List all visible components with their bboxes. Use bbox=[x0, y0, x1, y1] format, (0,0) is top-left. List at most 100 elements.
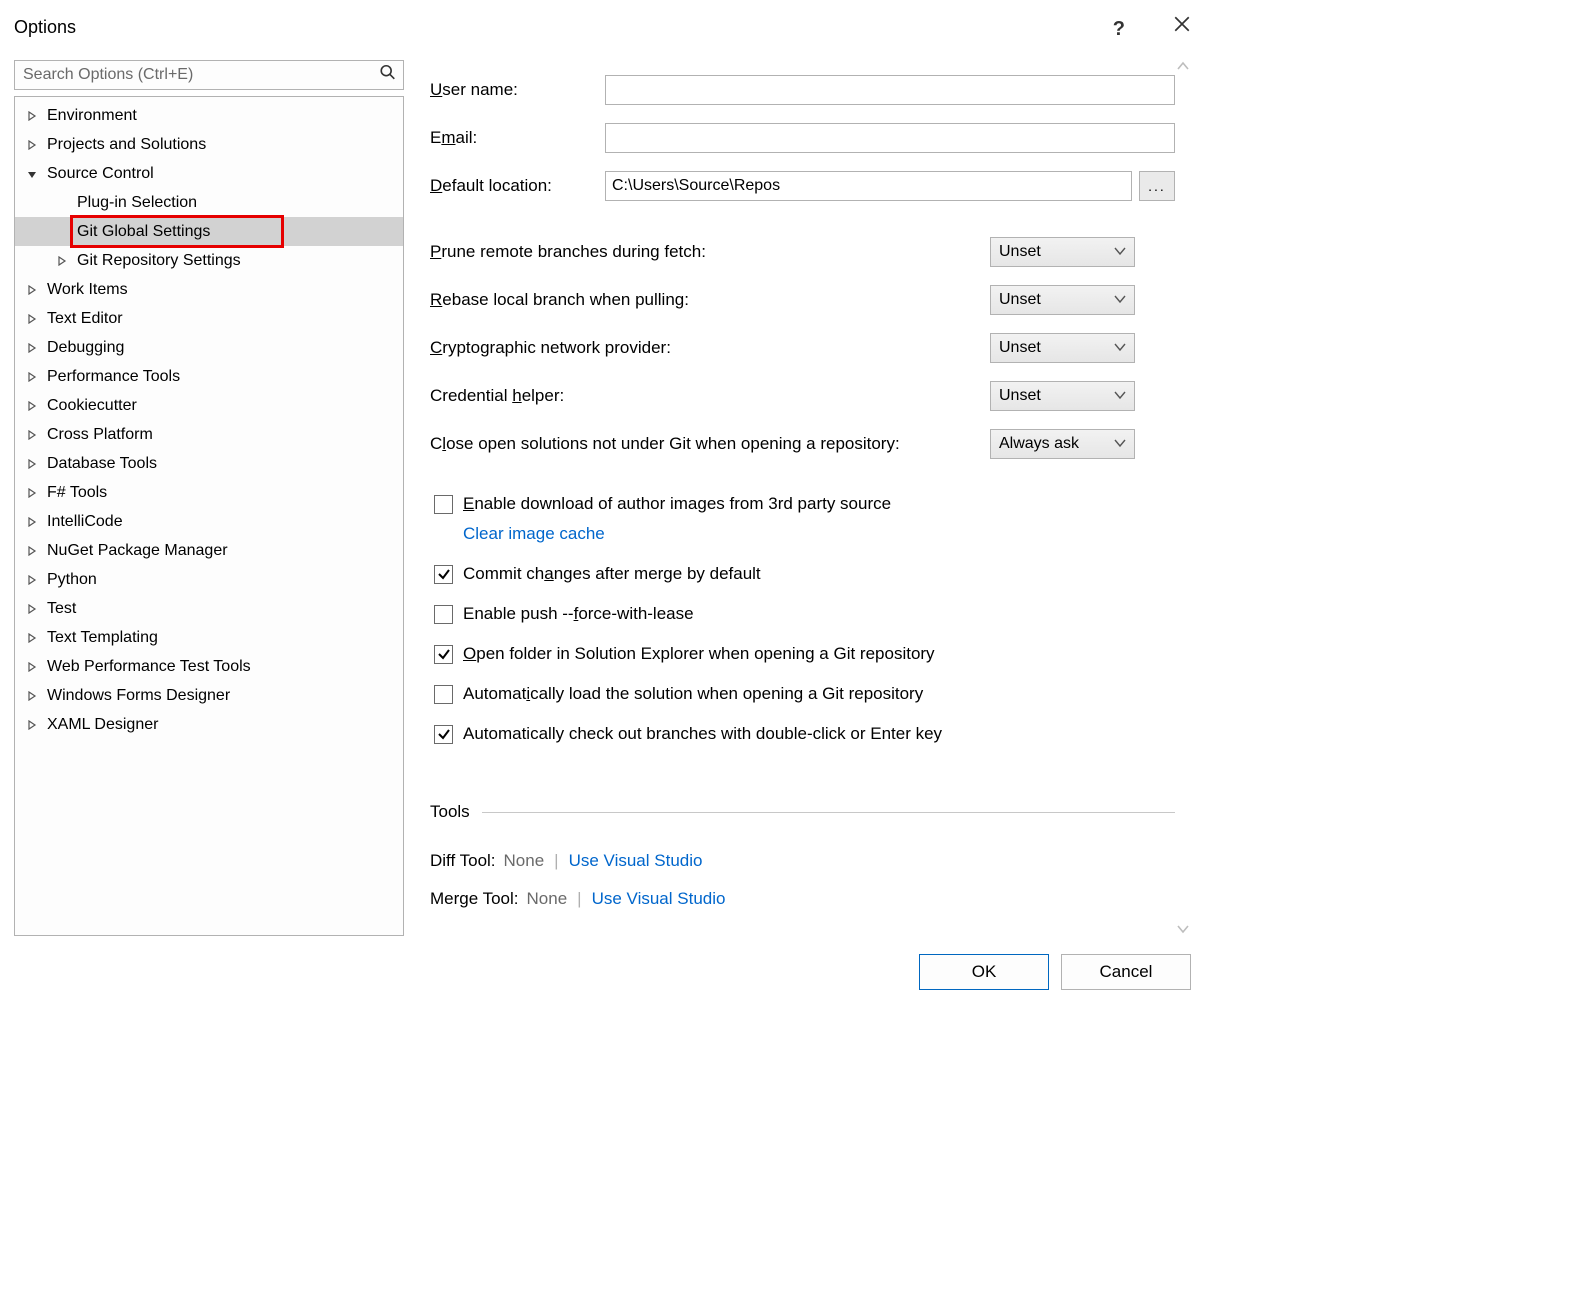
tree-item-web-performance-test-tools[interactable]: Web Performance Test Tools bbox=[15, 652, 403, 681]
checkbox-label: Open folder in Solution Explorer when op… bbox=[463, 644, 935, 664]
divider bbox=[482, 812, 1175, 813]
chevron-right-icon[interactable] bbox=[25, 428, 39, 442]
scroll-up-icon[interactable] bbox=[1175, 60, 1191, 73]
checkbox-3[interactable] bbox=[434, 645, 453, 664]
tree-item-intellicode[interactable]: IntelliCode bbox=[15, 507, 403, 536]
tree-item-git-global-settings[interactable]: Git Global Settings bbox=[15, 217, 403, 246]
chevron-right-icon[interactable] bbox=[25, 631, 39, 645]
checkbox-label: Enable push --force-with-lease bbox=[463, 604, 694, 624]
default-location-input[interactable] bbox=[605, 171, 1132, 201]
checkbox-2[interactable] bbox=[434, 605, 453, 624]
chevron-right-icon[interactable] bbox=[25, 399, 39, 413]
tree-item-windows-forms-designer[interactable]: Windows Forms Designer bbox=[15, 681, 403, 710]
dropdown-select-3[interactable]: Unset bbox=[990, 381, 1135, 411]
right-panel: User name: Email: Default location: ... … bbox=[420, 60, 1191, 936]
tree-item-label: Git Repository Settings bbox=[77, 252, 241, 270]
checkbox-5[interactable] bbox=[434, 725, 453, 744]
dropdown-label: Cryptographic network provider: bbox=[430, 338, 990, 358]
chevron-down-icon[interactable] bbox=[25, 167, 39, 181]
tree-item-xaml-designer[interactable]: XAML Designer bbox=[15, 710, 403, 739]
checkbox-row-3: Open folder in Solution Explorer when op… bbox=[430, 634, 1175, 674]
chevron-right-icon[interactable] bbox=[55, 254, 69, 268]
tree-item-label: Windows Forms Designer bbox=[47, 687, 230, 705]
options-tree[interactable]: Environment Projects and Solutions Source … bbox=[14, 96, 404, 936]
dropdown-row-2: Cryptographic network provider:Unset bbox=[430, 324, 1175, 372]
dropdown-label: Rebase local branch when pulling: bbox=[430, 290, 990, 310]
dropdown-select-1[interactable]: Unset bbox=[990, 285, 1135, 315]
email-label: Email: bbox=[430, 128, 605, 148]
dropdown-select-4[interactable]: Always ask bbox=[990, 429, 1135, 459]
tree-item-text-editor[interactable]: Text Editor bbox=[15, 304, 403, 333]
chevron-right-icon[interactable] bbox=[25, 602, 39, 616]
tree-item-source-control[interactable]: Source Control bbox=[15, 159, 403, 188]
tree-item-test[interactable]: Test bbox=[15, 594, 403, 623]
dropdown-row-0: Prune remote branches during fetch:Unset bbox=[430, 228, 1175, 276]
tree-item-label: F# Tools bbox=[47, 484, 107, 502]
diff-tool-link[interactable]: Use Visual Studio bbox=[569, 851, 703, 871]
chevron-right-icon[interactable] bbox=[25, 515, 39, 529]
tree-item-label: Projects and Solutions bbox=[47, 136, 206, 154]
scrollbar[interactable] bbox=[1175, 60, 1191, 936]
chevron-right-icon[interactable] bbox=[25, 341, 39, 355]
chevron-right-icon[interactable] bbox=[25, 109, 39, 123]
tree-item-work-items[interactable]: Work Items bbox=[15, 275, 403, 304]
tree-item-git-repository-settings[interactable]: Git Repository Settings bbox=[15, 246, 403, 275]
chevron-right-icon[interactable] bbox=[25, 689, 39, 703]
tree-item-label: IntelliCode bbox=[47, 513, 123, 531]
tree-item-label: Database Tools bbox=[47, 455, 157, 473]
cancel-button[interactable]: Cancel bbox=[1061, 954, 1191, 990]
search-box[interactable] bbox=[14, 60, 404, 90]
tree-item-label: Work Items bbox=[47, 281, 128, 299]
tree-item-debugging[interactable]: Debugging bbox=[15, 333, 403, 362]
tree-item-database-tools[interactable]: Database Tools bbox=[15, 449, 403, 478]
tree-item-label: Cookiecutter bbox=[47, 397, 137, 415]
scroll-down-icon[interactable] bbox=[1175, 923, 1191, 936]
help-button[interactable]: ? bbox=[1113, 14, 1125, 41]
clear-image-cache-link[interactable]: Clear image cache bbox=[463, 524, 605, 543]
checkbox-label: Automatically check out branches with do… bbox=[463, 724, 942, 744]
chevron-right-icon[interactable] bbox=[25, 312, 39, 326]
tree-item-python[interactable]: Python bbox=[15, 565, 403, 594]
ok-button[interactable]: OK bbox=[919, 954, 1049, 990]
clear-image-cache-row: Clear image cache bbox=[430, 524, 1175, 554]
dropdown-value: Unset bbox=[999, 243, 1041, 261]
checkbox-0[interactable] bbox=[434, 495, 453, 514]
tree-item-plug-in-selection[interactable]: Plug-in Selection bbox=[15, 188, 403, 217]
chevron-right-icon[interactable] bbox=[25, 544, 39, 558]
dropdown-value: Unset bbox=[999, 291, 1041, 309]
search-input[interactable] bbox=[15, 61, 403, 89]
tree-item-label: Performance Tools bbox=[47, 368, 180, 386]
checkbox-row-4: Automatically load the solution when ope… bbox=[430, 674, 1175, 714]
close-button[interactable] bbox=[1173, 15, 1191, 39]
merge-tool-row: Merge Tool: None | Use Visual Studio bbox=[430, 880, 1175, 918]
tree-item-text-templating[interactable]: Text Templating bbox=[15, 623, 403, 652]
merge-tool-link[interactable]: Use Visual Studio bbox=[592, 889, 726, 909]
titlebar: Options ? bbox=[0, 0, 1205, 46]
chevron-right-icon[interactable] bbox=[25, 138, 39, 152]
email-input[interactable] bbox=[605, 123, 1175, 153]
chevron-right-icon[interactable] bbox=[25, 660, 39, 674]
dropdown-select-2[interactable]: Unset bbox=[990, 333, 1135, 363]
chevron-right-icon[interactable] bbox=[25, 573, 39, 587]
checkbox-4[interactable] bbox=[434, 685, 453, 704]
checkbox-row-5: Automatically check out branches with do… bbox=[430, 714, 1175, 754]
browse-button[interactable]: ... bbox=[1139, 171, 1175, 201]
chevron-right-icon[interactable] bbox=[25, 486, 39, 500]
tree-item-f-tools[interactable]: F# Tools bbox=[15, 478, 403, 507]
form-row-default-location: Default location: ... bbox=[430, 162, 1175, 210]
tree-item-projects-and-solutions[interactable]: Projects and Solutions bbox=[15, 130, 403, 159]
dialog-footer: OK Cancel bbox=[0, 936, 1205, 1008]
dropdown-select-0[interactable]: Unset bbox=[990, 237, 1135, 267]
chevron-right-icon[interactable] bbox=[25, 457, 39, 471]
chevron-right-icon[interactable] bbox=[25, 370, 39, 384]
chevron-right-icon[interactable] bbox=[25, 718, 39, 732]
tree-item-performance-tools[interactable]: Performance Tools bbox=[15, 362, 403, 391]
tree-item-nuget-package-manager[interactable]: NuGet Package Manager bbox=[15, 536, 403, 565]
tree-item-cookiecutter[interactable]: Cookiecutter bbox=[15, 391, 403, 420]
username-input[interactable] bbox=[605, 75, 1175, 105]
chevron-right-icon[interactable] bbox=[25, 283, 39, 297]
separator: | bbox=[577, 889, 581, 909]
tree-item-environment[interactable]: Environment bbox=[15, 101, 403, 130]
checkbox-1[interactable] bbox=[434, 565, 453, 584]
tree-item-cross-platform[interactable]: Cross Platform bbox=[15, 420, 403, 449]
